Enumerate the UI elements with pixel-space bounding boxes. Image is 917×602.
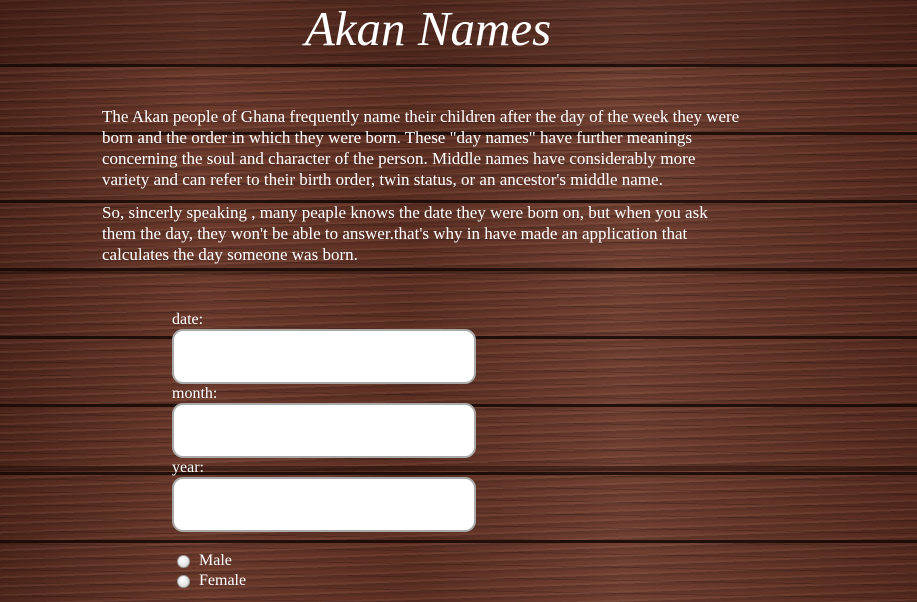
month-input[interactable] xyxy=(172,403,476,458)
year-input[interactable] xyxy=(172,477,476,532)
female-radio-label: Female xyxy=(199,572,247,589)
intro-paragraph-purpose: So, sincerly speaking , many peaple know… xyxy=(102,203,708,264)
gender-option-female[interactable]: Female xyxy=(172,571,492,591)
birthday-form: date: month: year: Male Female xyxy=(172,310,492,591)
year-label: year: xyxy=(172,459,204,476)
gender-option-male[interactable]: Male xyxy=(172,551,492,571)
male-radio-button[interactable] xyxy=(177,554,190,568)
month-label: month: xyxy=(172,385,218,402)
intro-paragraph-akan: The Akan people of Ghana frequently name… xyxy=(102,107,740,189)
date-label: date: xyxy=(172,311,204,328)
page-title: Akan Names xyxy=(304,1,552,56)
intro-section: The Akan people of Ghana frequently name… xyxy=(102,106,742,277)
gender-radio-group: Male Female xyxy=(172,551,492,591)
female-radio-button[interactable] xyxy=(177,574,190,588)
date-input[interactable] xyxy=(172,329,476,384)
male-radio-label: Male xyxy=(199,552,232,569)
